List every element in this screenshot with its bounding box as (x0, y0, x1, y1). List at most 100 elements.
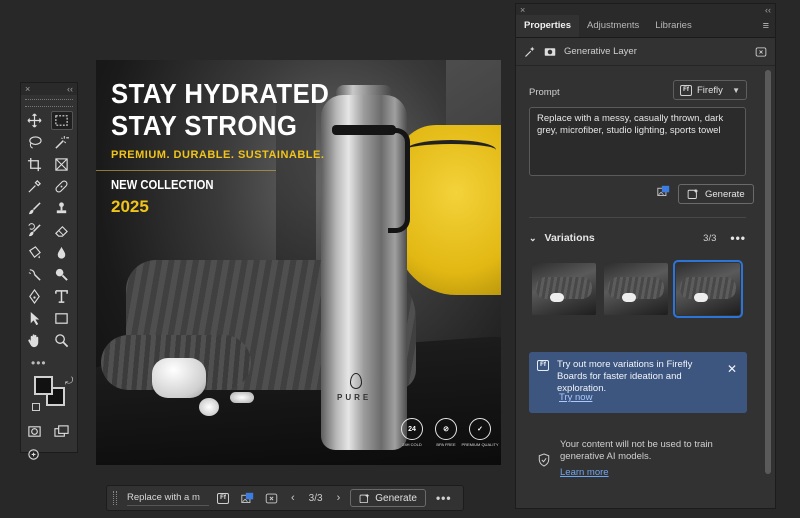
reference-image-icon[interactable] (657, 185, 670, 203)
promo-close-icon[interactable]: ✕ (727, 362, 737, 376)
model-dropdown[interactable]: Ff Firefly ▼ (673, 80, 747, 100)
variation-thumbnail-2[interactable] (604, 263, 668, 315)
edit-toolbar-icon[interactable] (24, 444, 46, 463)
history-brush-tool-icon[interactable] (24, 221, 46, 240)
marquee-tool-icon[interactable] (50, 111, 73, 130)
layer-type-row: Generative Layer (516, 38, 775, 66)
stamp-tool-icon[interactable] (51, 199, 73, 218)
panel-menu-icon[interactable]: ≡ (757, 15, 775, 37)
quality-check-icon: ✓ (469, 418, 491, 440)
quick-mask-icon[interactable] (24, 422, 46, 441)
bag-strap (406, 140, 496, 160)
earbud (199, 398, 219, 416)
crop-tool-icon[interactable] (24, 155, 46, 174)
panel-scrollbar-thumb[interactable] (765, 70, 771, 474)
panel-collapse-icon[interactable]: ‹‹ (765, 5, 771, 15)
panel-close-icon[interactable]: × (520, 5, 525, 15)
dodge-tool-icon[interactable] (24, 265, 46, 284)
tool-grid (21, 109, 77, 352)
privacy-notice: Your content will not be used to train g… (538, 439, 730, 478)
reference-image-icon[interactable] (237, 489, 257, 507)
path-selection-tool-icon[interactable] (24, 309, 46, 328)
badge-bpa-free: ⊘ BPA FREE (432, 418, 460, 447)
prompt-preview-field[interactable]: Replace with a m (127, 490, 209, 506)
panel-body: Prompt Ff Firefly ▼ Replace with a messy… (516, 67, 763, 510)
zoom-tool-icon[interactable] (51, 331, 73, 350)
healing-tool-icon[interactable] (51, 177, 73, 196)
tab-properties[interactable]: Properties (516, 15, 579, 37)
next-variation-button[interactable]: › (331, 492, 347, 504)
variation-thumbnail-1[interactable] (532, 263, 596, 315)
previous-variation-button[interactable]: ‹ (285, 492, 301, 504)
tab-libraries[interactable]: Libraries (647, 15, 699, 37)
properties-panel: × ‹‹ Properties Adjustments Libraries ≡ … (515, 3, 776, 509)
badge-label: 24H COLD (402, 442, 422, 447)
gradient-tool-icon[interactable] (24, 243, 46, 262)
more-tools-icon[interactable]: ••• (21, 352, 77, 370)
pen-tool-icon[interactable] (24, 287, 46, 306)
variation-thumbnails (532, 260, 743, 318)
earbud (230, 392, 254, 403)
screen-mode-icon[interactable] (51, 422, 73, 441)
firefly-model-icon[interactable]: Ff (213, 489, 233, 507)
learn-more-link[interactable]: Learn more (560, 467, 730, 478)
chevron-down-icon: ▼ (732, 85, 740, 95)
variation-thumbnail-3-selected[interactable] (673, 260, 743, 318)
firefly-boards-promo: Ff Try out more variations in Firefly Bo… (529, 352, 747, 413)
type-tool-icon[interactable] (51, 287, 73, 306)
contextual-taskbar: Replace with a m Ff ‹ 3/3 › Generate ••• (106, 485, 464, 511)
variations-label: Variations (544, 232, 595, 244)
generate-icon (687, 188, 699, 199)
swap-colors-icon[interactable]: ⤾ (65, 376, 73, 387)
frame-tool-icon[interactable] (51, 155, 73, 174)
prompt-textarea[interactable]: Replace with a messy, casually thrown, d… (529, 107, 746, 176)
toolbox-collapse-icon[interactable]: ‹‹ (67, 84, 73, 94)
panel-tabs: Properties Adjustments Libraries ≡ (516, 15, 775, 38)
hand-tool-icon[interactable] (24, 331, 46, 350)
variations-more-icon[interactable]: ••• (724, 231, 746, 245)
generative-layer-options-icon[interactable] (755, 46, 767, 58)
lasso-tool-icon[interactable] (24, 133, 46, 152)
toolbox-panel: × ‹‹ ••• ⤾ (20, 82, 78, 460)
generative-settings-icon[interactable] (261, 489, 281, 507)
headline: STAY HYDRATED STAY STRONG (111, 78, 329, 142)
variations-header[interactable]: ⌄ Variations 3/3 ••• (529, 231, 746, 245)
document-canvas[interactable]: PURE STAY HYDRATED STAY STRONG PREMIUM. … (96, 60, 501, 465)
tab-adjustments[interactable]: Adjustments (579, 15, 647, 37)
default-colors-icon[interactable] (32, 403, 40, 411)
layer-type-label: Generative Layer (564, 46, 637, 57)
sharpen-tool-icon[interactable] (51, 265, 73, 284)
drop-logo-icon (350, 373, 362, 389)
feature-badges: 24 24H COLD ⊘ BPA FREE ✓ PREMIUM QUALITY (398, 418, 499, 447)
brush-tool-icon[interactable] (24, 199, 46, 218)
taskbar-generate-button[interactable]: Generate (350, 489, 426, 507)
magic-wand-tool-icon[interactable] (51, 133, 73, 152)
model-dropdown-value: Firefly (697, 84, 723, 96)
badge-premium-quality: ✓ PREMIUM QUALITY (461, 418, 499, 447)
eraser-tool-icon[interactable] (51, 221, 73, 240)
generate-icon (359, 493, 370, 503)
try-now-link[interactable]: Try now (559, 392, 592, 403)
generate-button-label: Generate (705, 188, 745, 200)
foreground-color-swatch[interactable] (34, 376, 53, 395)
bottle-ring (332, 125, 396, 135)
divider (96, 170, 276, 171)
shape-tool-icon[interactable] (51, 309, 73, 328)
collection-year: 2025 (111, 197, 149, 216)
color-swatches: ⤾ (29, 376, 77, 418)
blur-tool-icon[interactable] (51, 243, 73, 262)
taskbar-more-icon[interactable]: ••• (430, 491, 452, 505)
timer-icon: 24 (401, 418, 423, 440)
layer-mask-icon[interactable] (544, 46, 556, 58)
generate-button[interactable]: Generate (678, 184, 754, 204)
variations-count: 3/3 (703, 232, 717, 244)
firefly-boards-icon: Ff (537, 360, 549, 371)
eyedropper-tool-icon[interactable] (24, 177, 46, 196)
headline-line-2: STAY STRONG (111, 110, 298, 141)
move-tool-icon[interactable] (24, 111, 46, 130)
toolbox-grip[interactable] (25, 99, 73, 107)
firefly-badge: Ff (217, 492, 229, 504)
taskbar-grip[interactable] (113, 491, 117, 505)
no-bpa-icon: ⊘ (435, 418, 457, 440)
toolbox-close-icon[interactable]: × (25, 84, 30, 94)
